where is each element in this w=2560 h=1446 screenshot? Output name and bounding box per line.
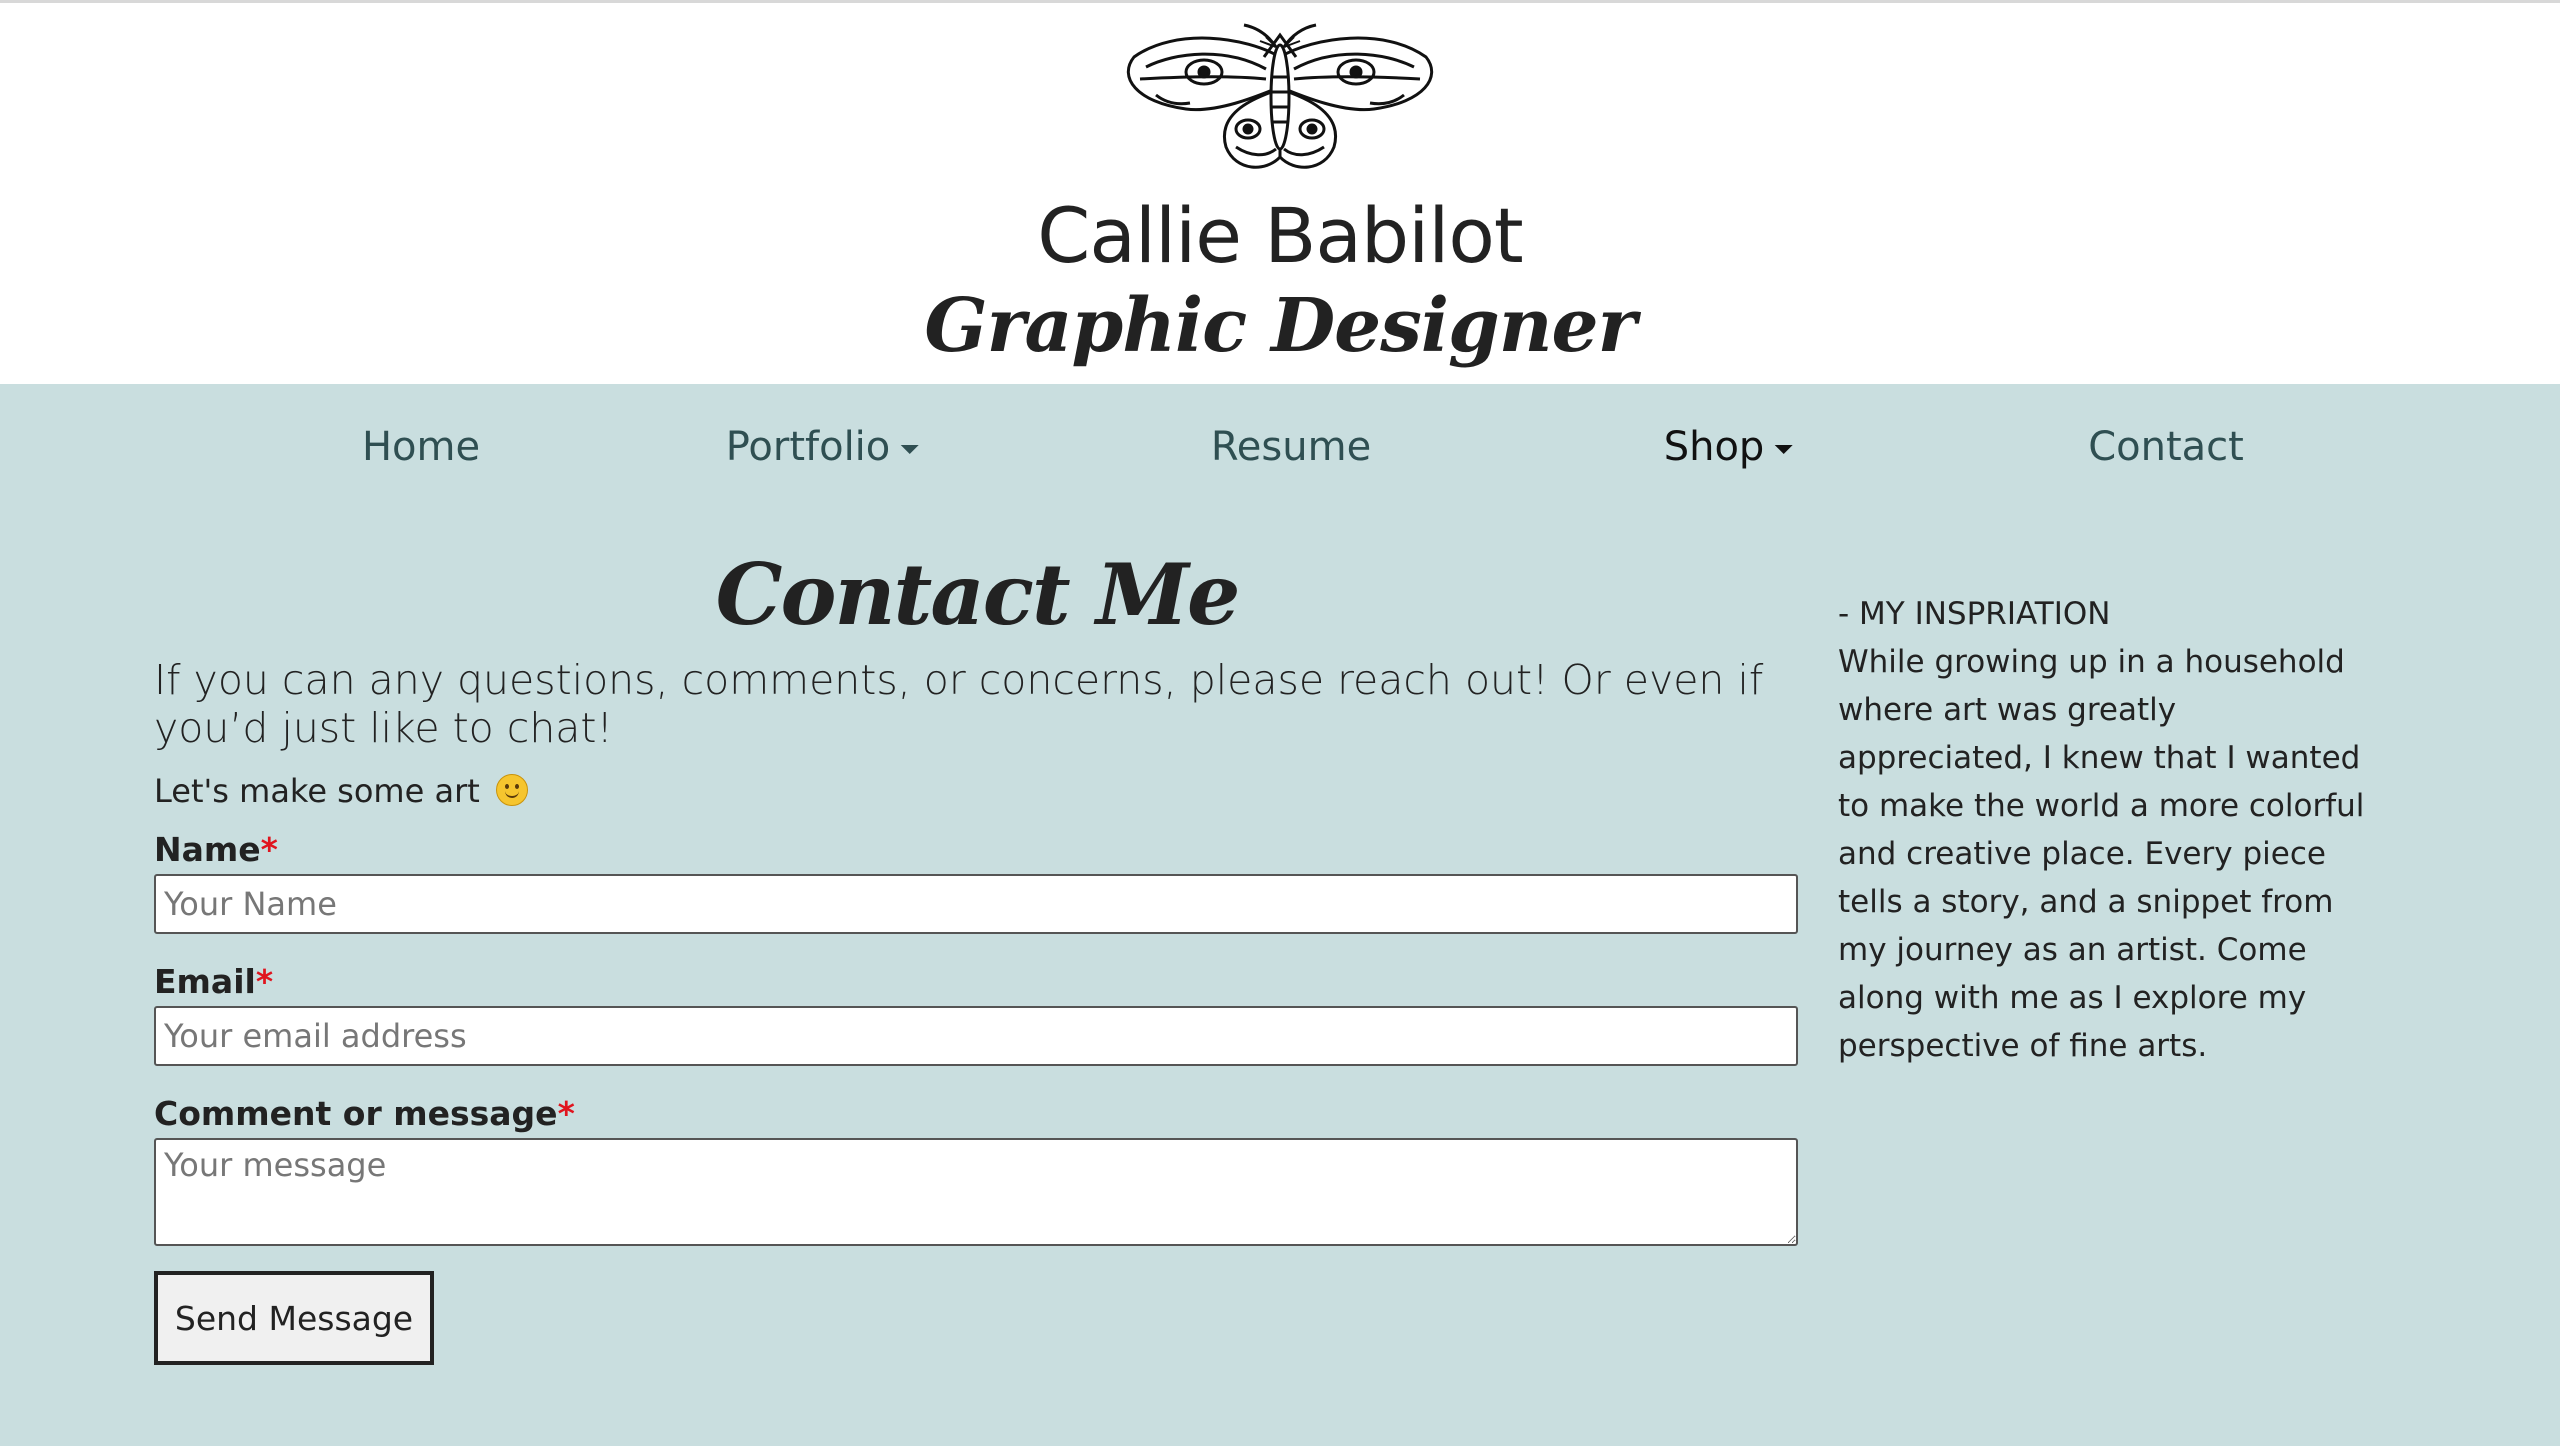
- email-field[interactable]: [154, 1006, 1798, 1066]
- send-message-button[interactable]: Send Message: [154, 1271, 434, 1365]
- caret-down-icon: [900, 444, 919, 454]
- message-label: Comment or message*: [154, 1094, 575, 1133]
- smiley-face-icon: [495, 774, 528, 806]
- caret-down-icon: [1774, 444, 1793, 454]
- sidebar-body: While growing up in a household where ar…: [1838, 644, 2365, 1064]
- page-title: Contact Me: [715, 545, 1241, 644]
- required-marker: *: [255, 962, 274, 1001]
- sidebar-heading: - MY INSPRIATION: [1838, 596, 2111, 632]
- nav-item-shop[interactable]: Shop: [1664, 424, 1793, 470]
- intro-text: If you can any questions, comments, or c…: [154, 656, 1764, 752]
- name-label: Name*: [154, 830, 278, 869]
- required-marker: *: [557, 1094, 575, 1133]
- email-label-text: Email: [154, 962, 256, 1001]
- email-label: Email*: [154, 962, 273, 1001]
- nav-item-label: Contact: [2088, 424, 2244, 470]
- site-header: Callie Babilot Graphic Designer: [0, 0, 2560, 384]
- inspiration-sidebar: - MY INSPRIATION While growing up in a h…: [1838, 590, 2378, 1070]
- nav-item-contact[interactable]: Contact: [2088, 424, 2244, 470]
- name-field[interactable]: [154, 874, 1798, 934]
- nav-item-label: Resume: [1210, 424, 1372, 470]
- site-name: Callie Babilot: [1037, 191, 1523, 280]
- nav-item-label: Portfolio: [725, 424, 891, 470]
- message-field[interactable]: [154, 1138, 1798, 1246]
- nav-item-label: Home: [361, 424, 481, 470]
- message-label-text: Comment or message: [154, 1094, 558, 1133]
- nav-item-home[interactable]: Home: [362, 424, 480, 470]
- required-marker: *: [260, 830, 278, 869]
- nav-item-label: Shop: [1663, 424, 1765, 470]
- nav-item-resume[interactable]: Resume: [1211, 424, 1371, 470]
- main-nav: Home Portfolio Resume Shop Contact: [0, 384, 2560, 514]
- site-tagline: Graphic Designer: [924, 283, 1636, 369]
- moth-icon[interactable]: [1116, 17, 1444, 177]
- sub-intro-text: Let's make some art: [154, 772, 480, 810]
- nav-item-portfolio[interactable]: Portfolio: [726, 424, 919, 470]
- name-label-text: Name: [154, 830, 261, 869]
- sub-intro: Let's make some art: [154, 772, 528, 810]
